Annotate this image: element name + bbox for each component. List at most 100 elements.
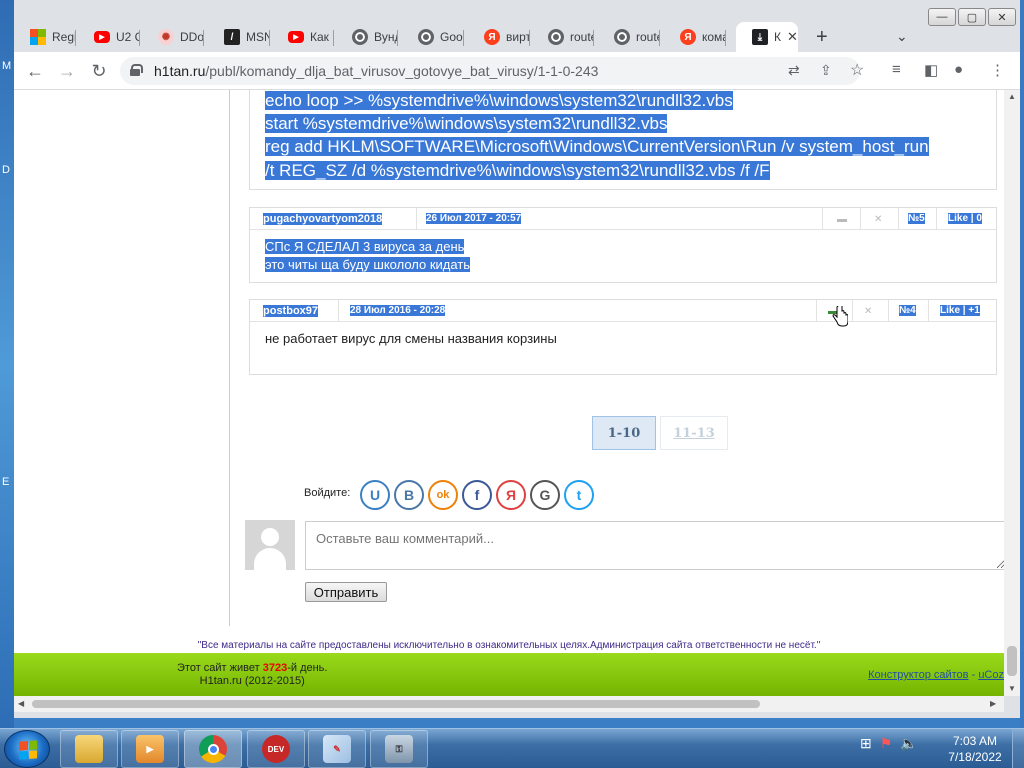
side-panel-icon[interactable]: ◧: [924, 61, 938, 79]
tab[interactable]: Regi: [14, 22, 76, 52]
address-bar[interactable]: h1tan.ru/publ/komandy_dlja_bat_virusov_g…: [120, 57, 864, 85]
tab-label: route: [570, 30, 594, 44]
tab[interactable]: Якома: [664, 22, 726, 52]
desktop-icon-label: D: [2, 164, 10, 176]
scroll-left-icon[interactable]: ◀: [18, 699, 24, 708]
tab[interactable]: ✺ DDo: [142, 22, 204, 52]
bookmark-star-icon[interactable]: ☆: [850, 60, 864, 80]
youtube-icon: ▶: [94, 31, 110, 43]
yandex-login-icon[interactable]: Я: [496, 480, 526, 510]
delete-icon[interactable]: ✕: [874, 214, 882, 225]
comment-textarea[interactable]: [305, 521, 1004, 570]
code-line: reg add HKLM\SOFTWARE\Microsoft\Windows\…: [265, 137, 929, 156]
folder-icon: [75, 735, 103, 763]
like-button[interactable]: Like | +1: [940, 305, 980, 316]
tab-label: MSN: [246, 30, 270, 44]
tab[interactable]: route: [598, 22, 660, 52]
vk-login-icon[interactable]: B: [394, 480, 424, 510]
tab-label: Как: [310, 30, 329, 44]
vertical-scrollbar[interactable]: ▲ ▼: [1004, 90, 1020, 696]
comment-author[interactable]: pugachyovartyom2018: [263, 213, 383, 225]
taskbar-media-player[interactable]: ▶: [121, 730, 179, 768]
globe-icon: [418, 29, 434, 45]
scroll-down-icon[interactable]: ▼: [1008, 684, 1016, 693]
download-icon: ⤓: [752, 29, 768, 45]
horizontal-scroll-thumb[interactable]: [32, 700, 760, 708]
reply-icon[interactable]: ▬: [837, 214, 847, 225]
ucoz-login-icon[interactable]: U: [360, 480, 390, 510]
translate-icon[interactable]: ⇄: [788, 62, 800, 79]
comment-author[interactable]: postbox97: [263, 305, 319, 317]
divider: [928, 300, 929, 322]
odnoklassniki-login-icon[interactable]: ok: [428, 480, 458, 510]
tab[interactable]: Goo: [402, 22, 464, 52]
tab[interactable]: route: [532, 22, 594, 52]
desktop-icon-label: M: [2, 60, 12, 72]
comment: postbox97 28 Июл 2016 - 20:28 ▬ ✕ №4 Lik…: [249, 299, 997, 375]
code-line: echo loop >> %systemdrive%\windows\syste…: [265, 91, 733, 110]
reload-icon[interactable]: ↻: [88, 60, 110, 82]
system-tray: ⊞ ⚑ 🔈: [860, 735, 918, 752]
comment-body: не работает вирус для смены названия кор…: [250, 322, 996, 356]
divider: [898, 208, 899, 230]
comment-text: не работает вирус для смены названия кор…: [265, 331, 557, 346]
hand-cursor-icon: [832, 306, 848, 327]
google-login-icon[interactable]: G: [530, 480, 560, 510]
network-tray-icon[interactable]: ⊞: [860, 735, 872, 752]
taskbar-explorer[interactable]: [60, 730, 118, 768]
tab-search-icon[interactable]: ⌄: [896, 28, 908, 45]
page-current[interactable]: 1-10: [592, 416, 656, 450]
disclaimer: "Все материалы на сайте предоставлены ис…: [197, 640, 821, 651]
volume-icon[interactable]: 🔈: [900, 735, 917, 752]
taskbar-network-app[interactable]: ⚿: [370, 730, 428, 768]
clock[interactable]: 7:03 AM 7/18/2022: [940, 733, 1010, 765]
yandex-icon: Я: [680, 29, 696, 45]
taskbar: ▶ DEV ✎ ⚿ ⊞ ⚑ 🔈 7:03 AM 7/18/2022: [0, 728, 1024, 768]
twitter-login-icon[interactable]: t: [564, 480, 594, 510]
vertical-scroll-thumb[interactable]: [1007, 646, 1017, 676]
tab[interactable]: / MSN: [208, 22, 270, 52]
show-desktop-button[interactable]: [1012, 729, 1024, 768]
horizontal-scrollbar[interactable]: ◀ ▶: [14, 696, 1004, 712]
divider: [822, 208, 823, 230]
builder-link[interactable]: Конструктор сайтов: [868, 669, 968, 681]
forward-icon[interactable]: →: [56, 60, 78, 82]
profile-icon[interactable]: ●: [954, 61, 963, 78]
share-icon[interactable]: ⇪: [820, 62, 832, 79]
taskbar-chrome[interactable]: [184, 730, 242, 768]
taskbar-dev-cpp[interactable]: DEV: [247, 730, 305, 768]
tab[interactable]: Явирт: [468, 22, 530, 52]
comment-number[interactable]: №5: [908, 213, 925, 224]
tab[interactable]: Вунд: [336, 22, 398, 52]
action-center-icon[interactable]: ⚑: [880, 735, 893, 752]
page-next[interactable]: 11-13: [660, 416, 728, 450]
comment-number[interactable]: №4: [899, 305, 916, 316]
tab-active[interactable]: ⤓ К ✕: [736, 22, 798, 52]
tab-label: DDo: [180, 30, 204, 44]
reading-list-icon[interactable]: ≡: [892, 61, 901, 78]
facebook-login-icon[interactable]: f: [462, 480, 492, 510]
tab-label: К: [774, 30, 781, 44]
ucoz-link[interactable]: uCoz: [978, 669, 1004, 681]
lock-icon[interactable]: [130, 64, 143, 76]
scroll-right-icon[interactable]: ▶: [990, 699, 996, 708]
microsoft-icon: [30, 29, 46, 45]
start-button[interactable]: [4, 730, 50, 768]
tab[interactable]: ▶ U2 G: [78, 22, 140, 52]
divider: [338, 300, 339, 322]
tab[interactable]: ▶ Как: [272, 22, 334, 52]
scroll-up-icon[interactable]: ▲: [1008, 92, 1016, 101]
windows-logo-icon: [19, 740, 37, 760]
tab-label: route: [636, 30, 660, 44]
like-button[interactable]: Like | 0: [948, 213, 982, 224]
menu-icon[interactable]: ⋮: [990, 61, 1005, 79]
submit-comment-button[interactable]: Отправить: [305, 582, 387, 602]
delete-icon[interactable]: ✕: [864, 306, 872, 317]
site-age-days: 3723: [262, 662, 288, 674]
divider: [936, 208, 937, 230]
taskbar-paint[interactable]: ✎: [308, 730, 366, 768]
url-text[interactable]: h1tan.ru/publ/komandy_dlja_bat_virusov_g…: [154, 63, 598, 79]
back-icon[interactable]: ←: [24, 60, 46, 82]
new-tab-button[interactable]: +: [816, 26, 828, 49]
tab-close-icon[interactable]: ✕: [787, 29, 798, 45]
